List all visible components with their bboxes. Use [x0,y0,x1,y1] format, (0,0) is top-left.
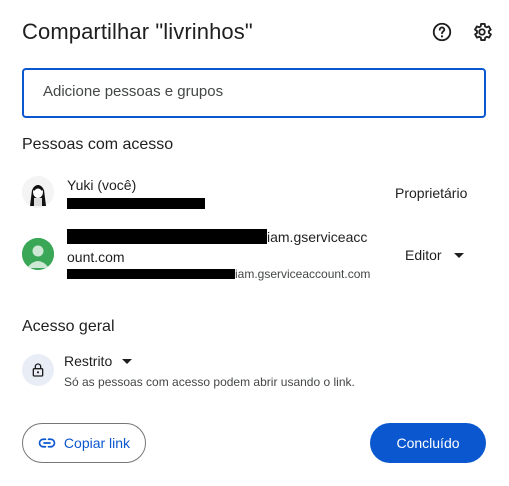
service-account-name-part: ount.com [67,249,125,265]
help-icon[interactable] [431,21,453,43]
share-dialog: Compartilhar "livrinhos" Pessoas com ace… [0,0,509,486]
chevron-down-icon [453,252,464,258]
add-people-field[interactable] [22,68,486,118]
person-name: Yuki (você) [67,177,137,193]
service-account-name-part: iam.gserviceacc [267,229,368,245]
service-account-email-part: iam.gserviceaccount.com [235,267,371,281]
copy-link-label: Copiar link [63,435,131,451]
lock-icon [22,354,54,386]
copy-link-button[interactable]: Copiar link [22,423,146,463]
add-people-input[interactable] [43,83,463,100]
gear-icon[interactable] [471,21,493,43]
service-account-email: iam.gserviceaccount.com [67,267,370,281]
redacted-email [67,269,235,279]
redacted-email [67,198,205,209]
role-editor-label: Editor [405,247,442,263]
redacted-name [67,229,267,244]
people-with-access-heading: Pessoas com acesso [22,136,174,153]
link-icon [38,438,56,448]
general-access-select[interactable]: Restrito [64,353,133,369]
general-access-value: Restrito [64,353,113,369]
role-editor-dropdown[interactable]: Editor [405,247,464,263]
service-account-name: iam.gserviceacc [67,229,367,245]
done-button[interactable]: Concluído [370,423,486,463]
dialog-title: Compartilhar "livrinhos" [22,19,253,44]
chevron-down-icon [122,358,133,364]
general-access-heading: Acesso geral [22,318,115,335]
avatar [22,176,54,208]
general-access-description: Só as pessoas com acesso podem abrir usa… [64,375,355,389]
avatar [22,238,54,270]
role-owner-label: Proprietário [395,185,468,201]
done-label: Concluído [396,435,460,451]
